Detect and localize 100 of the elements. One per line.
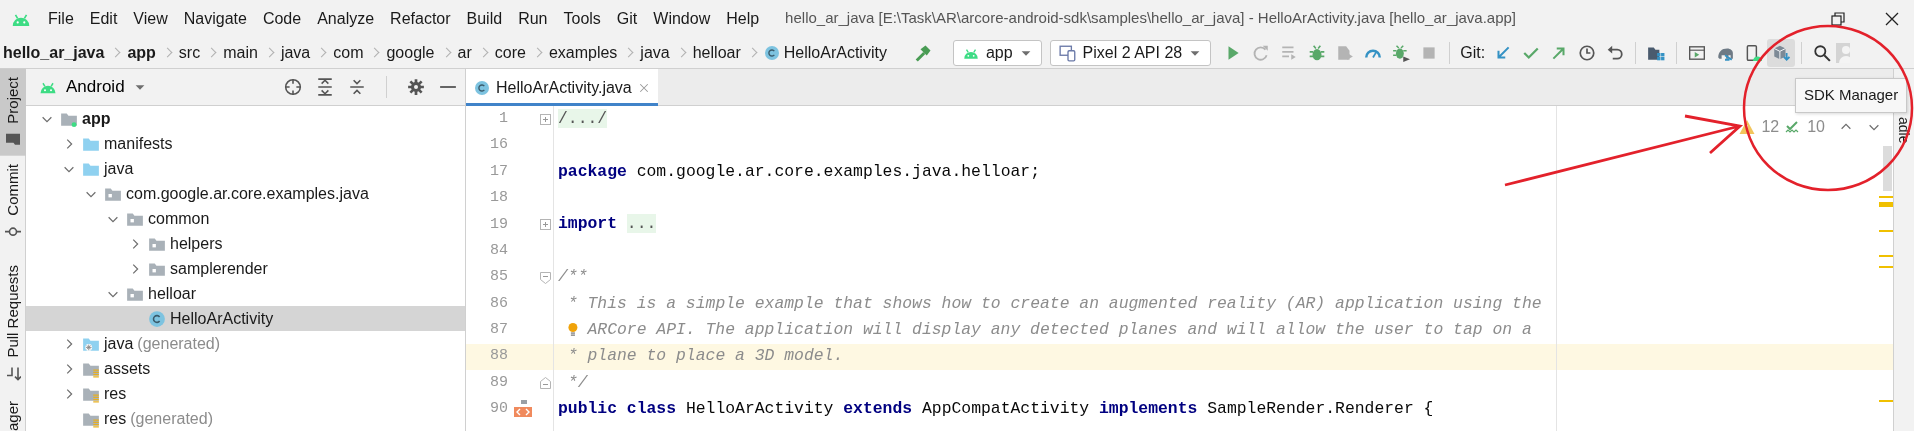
menu-item[interactable]: Git — [608, 6, 646, 31]
menu-item[interactable]: File — [40, 6, 82, 31]
tooltip: SDK Manager — [1795, 78, 1908, 113]
menu-item[interactable]: Tools — [555, 6, 609, 31]
tree-label: res — [104, 383, 127, 404]
breadcrumb[interactable]: app — [121, 40, 162, 65]
code-line: import ... — [558, 213, 657, 236]
device-icon — [1058, 43, 1077, 62]
breadcrumb[interactable]: ar — [451, 40, 478, 65]
tree-label-note: (generated) — [137, 333, 221, 354]
menu-item[interactable]: Window — [645, 6, 719, 31]
restore-icon[interactable] — [1830, 10, 1846, 27]
close-icon[interactable] — [1884, 10, 1900, 27]
tree-label: app — [82, 108, 111, 129]
line-number: 86 — [489, 293, 508, 314]
window-title: hello_ar_java [E:\Task\AR\arcore-android-sdk\samples\hello_ar_java] - HelloArActivity.java [hello_ar_java.app] — [785, 8, 1517, 29]
tree-label: manifests — [104, 133, 173, 154]
settings-icon[interactable] — [407, 78, 425, 96]
editor-tab[interactable]: HelloArActivity.java — [466, 69, 658, 106]
tree-item[interactable]: app — [26, 106, 465, 131]
tool-window-button[interactable]: Project — [0, 69, 26, 156]
device-dropdown[interactable]: Pixel 2 API 28 — [1049, 39, 1212, 66]
fold-expand-icon[interactable] — [539, 113, 551, 125]
tree-label: helloar — [148, 283, 197, 304]
tree-label: com.google.ar.core.examples.java — [126, 183, 369, 204]
tool-window-button[interactable]: Commit — [0, 155, 26, 248]
line-number: 16 — [489, 135, 508, 156]
line-number: 19 — [489, 214, 508, 235]
code-line: ARCore API. The application will display any detected planes and will allow the user to tap on a — [587, 319, 1532, 341]
tree-item[interactable]: HelloArActivity — [26, 306, 465, 331]
tree-label-note: (generated) — [130, 408, 213, 429]
code-line: public class HelloArActivity extends AppCompatActivity implements SampleRender.Renderer { — [558, 398, 1434, 421]
menu-item[interactable]: Navigate — [175, 6, 255, 31]
breadcrumb[interactable]: main — [217, 40, 264, 65]
breadcrumb[interactable]: google — [380, 40, 441, 65]
line-number: 89 — [489, 372, 508, 393]
tree-label: java — [104, 333, 134, 354]
crosshair-icon[interactable] — [284, 78, 302, 96]
collapse-all-icon[interactable] — [348, 78, 366, 96]
tree-label: java — [104, 158, 134, 179]
breadcrumb[interactable]: helloar — [686, 40, 747, 65]
tree-item[interactable]: res (generated) — [26, 406, 465, 431]
tree-item[interactable]: assets — [26, 356, 465, 381]
menu-item[interactable]: View — [125, 6, 176, 31]
code-line: * plane to place a 3D model. — [566, 345, 844, 368]
breadcrumb[interactable]: HelloArActivity — [757, 40, 893, 65]
line-number: 84 — [489, 240, 508, 261]
implements-marker-icon[interactable] — [512, 400, 533, 419]
folder-icon — [5, 131, 21, 148]
tree-item[interactable]: helpers — [26, 231, 465, 256]
tree-item[interactable]: res — [26, 381, 465, 406]
tree-item[interactable]: manifests — [26, 131, 465, 156]
fold-expand-icon[interactable] — [539, 219, 551, 231]
line-number: 85 — [489, 267, 508, 288]
breadcrumb[interactable]: src — [172, 40, 207, 65]
breadcrumb[interactable]: com — [327, 40, 370, 65]
tool-window-button[interactable]: Pull Requests — [0, 257, 26, 390]
breadcrumb[interactable]: java — [274, 40, 317, 65]
tree-label: assets — [104, 358, 151, 379]
tree-item[interactable]: com.google.ar.core.examples.java — [26, 181, 465, 206]
breadcrumb[interactable]: examples — [542, 40, 624, 65]
expand-all-icon[interactable] — [316, 78, 334, 96]
pull-request-icon — [5, 365, 21, 382]
view-selector[interactable]: Android — [38, 74, 147, 100]
code-line: */ — [566, 371, 588, 394]
fold-collapse-icon[interactable] — [539, 271, 551, 284]
breadcrumb[interactable]: core — [488, 40, 532, 65]
line-number: 90 — [489, 399, 508, 420]
code-line: package com.google.ar.core.examples.java.helloar; — [558, 160, 1040, 183]
tree-item[interactable]: helloar — [26, 281, 465, 306]
class-icon — [474, 79, 490, 96]
menu-item[interactable]: Run — [510, 6, 556, 31]
code-line: * This is a simple example that shows how to create an augmented reality (AR) application using the — [566, 292, 1542, 315]
menu-item[interactable]: Build — [458, 6, 511, 31]
line-number: 1 — [498, 108, 508, 129]
breadcrumb[interactable]: java — [634, 40, 676, 65]
line-number: 87 — [489, 320, 508, 341]
tree-item[interactable]: java — [26, 156, 465, 181]
breadcrumb[interactable]: hello_ar_java — [0, 40, 111, 65]
tool-window-button[interactable]: ager — [0, 400, 26, 431]
line-number: 88 — [489, 346, 508, 367]
run-configuration-dropdown[interactable]: app — [952, 39, 1042, 66]
tree-item[interactable]: samplerender — [26, 256, 465, 281]
menu-item[interactable]: Refactor — [382, 6, 459, 31]
class-icon — [763, 44, 780, 61]
line-number: 17 — [489, 161, 508, 182]
menu-item[interactable]: Code — [254, 6, 310, 31]
package-download-icon[interactable] — [1767, 38, 1796, 67]
fold-collapse-icon[interactable] — [539, 377, 551, 390]
menu-item[interactable]: Help — [718, 6, 768, 31]
menu-item[interactable]: Edit — [81, 6, 126, 31]
line-number: 18 — [489, 188, 508, 209]
warning-icon[interactable] — [1739, 119, 1756, 135]
class-icon — [148, 309, 166, 328]
tree-item[interactable]: java (generated) — [26, 331, 465, 356]
tree-label: HelloArActivity — [170, 308, 274, 329]
tree-label: samplerender — [170, 258, 268, 279]
menu-item[interactable]: Analyze — [309, 6, 383, 31]
tree-item[interactable]: common — [26, 206, 465, 231]
tree-label: helpers — [170, 233, 223, 254]
